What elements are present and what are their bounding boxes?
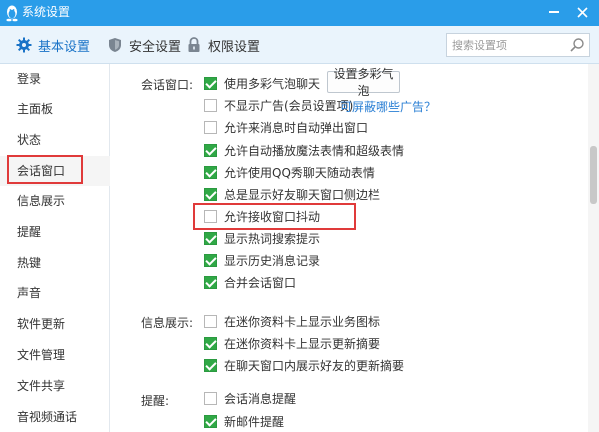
checkbox-unchecked[interactable] (204, 209, 217, 223)
sidebar-item-file-sharing[interactable]: 文件共享 (0, 371, 110, 401)
checkbox-unchecked[interactable] (204, 391, 217, 405)
qq-penguin-icon (4, 4, 20, 22)
checkbox-checked[interactable] (204, 358, 217, 372)
sidebar-item-info-display[interactable]: 信息展示 (0, 186, 110, 216)
close-icon (576, 6, 588, 18)
option-show-sidebar[interactable]: 总是显示好友聊天窗口侧边栏 (204, 185, 380, 203)
option-window-shake[interactable]: 允许接收窗口抖动 (204, 207, 320, 225)
option-qqshow-emoticons[interactable]: 允许使用QQ秀聊天随动表情 (204, 163, 375, 181)
option-label: 在迷你资料卡上显示业务图标 (224, 314, 381, 329)
minimize-button[interactable] (540, 0, 568, 24)
option-update-summary[interactable]: 在迷你资料卡上显示更新摘要 (204, 334, 380, 352)
scrollbar-track[interactable] (588, 64, 599, 432)
option-label: 合并会话窗口 (224, 275, 297, 290)
checkbox-checked[interactable] (204, 231, 217, 245)
option-colorful-bubble[interactable]: 使用多彩气泡聊天 (204, 74, 320, 92)
search-box[interactable] (446, 33, 590, 57)
option-label: 允许使用QQ秀聊天随动表情 (224, 165, 375, 180)
tab-bar: 基本设置 安全设置 权限设置 (0, 26, 599, 64)
window-title: 系统设置 (22, 5, 71, 19)
search-input[interactable] (452, 36, 568, 54)
option-label: 总是显示好友聊天窗口侧边栏 (224, 187, 381, 202)
option-label: 允许自动播放魔法表情和超级表情 (224, 143, 405, 158)
option-label: 允许来消息时自动弹出窗口 (224, 120, 369, 135)
minimize-icon (549, 11, 559, 13)
option-label: 在聊天窗口内展示好友的更新摘要 (224, 358, 405, 373)
option-history-messages[interactable]: 显示历史消息记录 (204, 251, 320, 269)
option-label: 不显示广告(会员设置项) (224, 98, 354, 113)
section-label-session: 会话窗口: (141, 78, 194, 92)
option-label: 新邮件提醒 (224, 414, 285, 429)
settings-content: 会话窗口: 使用多彩气泡聊天 设置多彩气泡 不显示广告(会员设置项) 可屏蔽哪些… (110, 64, 588, 432)
checkbox-unchecked[interactable] (204, 120, 217, 134)
sidebar-item-av-call[interactable]: 音视频通话 (0, 402, 110, 432)
checkbox-checked[interactable] (204, 336, 217, 350)
search-icon[interactable] (569, 37, 585, 53)
set-bubble-button[interactable]: 设置多彩气泡 (327, 67, 400, 98)
tab-label: 安全设置 (129, 39, 182, 55)
tab-label: 权限设置 (208, 39, 261, 55)
sidebar-item-session-window[interactable]: 会话窗口 (0, 156, 110, 186)
gear-icon (16, 37, 32, 53)
checkbox-checked[interactable] (204, 76, 217, 90)
sidebar-item-hotkey[interactable]: 热键 (0, 248, 110, 278)
checkbox-checked[interactable] (204, 165, 217, 179)
option-label: 会话消息提醒 (224, 391, 297, 406)
tab-security-settings[interactable]: 安全设置 (107, 26, 181, 64)
option-label: 允许接收窗口抖动 (224, 209, 321, 224)
scrollbar-thumb[interactable] (590, 146, 597, 204)
sidebar-item-main-panel[interactable]: 主面板 (0, 94, 110, 124)
section-label-info: 信息展示: (141, 316, 194, 330)
option-label: 显示热词搜索提示 (224, 231, 321, 246)
tab-basic-settings[interactable]: 基本设置 (16, 26, 90, 64)
title-bar: 系统设置 (0, 0, 599, 26)
sidebar-item-status[interactable]: 状态 (0, 125, 110, 155)
option-label: 使用多彩气泡聊天 (224, 76, 321, 91)
checkbox-checked[interactable] (204, 187, 217, 201)
option-auto-play-emoticons[interactable]: 允许自动播放魔法表情和超级表情 (204, 141, 404, 159)
option-friend-update-summary[interactable]: 在聊天窗口内展示好友的更新摘要 (204, 356, 404, 374)
checkbox-checked[interactable] (204, 414, 217, 428)
sidebar-item-sound[interactable]: 声音 (0, 278, 110, 308)
checkbox-unchecked[interactable] (204, 314, 217, 328)
option-new-mail-reminder[interactable]: 新邮件提醒 (204, 412, 284, 430)
option-business-icons[interactable]: 在迷你资料卡上显示业务图标 (204, 312, 380, 330)
option-session-reminder[interactable]: 会话消息提醒 (204, 389, 296, 407)
checkbox-unchecked[interactable] (204, 98, 217, 112)
sidebar-item-file-management[interactable]: 文件管理 (0, 340, 110, 370)
sidebar-item-reminder[interactable]: 提醒 (0, 217, 110, 247)
option-merge-windows[interactable]: 合并会话窗口 (204, 273, 296, 291)
sidebar: 登录 主面板 状态 会话窗口 信息展示 提醒 热键 声音 软件更新 文件管理 文… (0, 64, 110, 432)
sidebar-item-software-update[interactable]: 软件更新 (0, 309, 110, 339)
section-label-remind: 提醒: (141, 394, 170, 408)
option-hotword-hint[interactable]: 显示热词搜索提示 (204, 229, 320, 247)
checkbox-checked[interactable] (204, 143, 217, 157)
shield-icon (107, 37, 123, 53)
option-label: 在迷你资料卡上显示更新摘要 (224, 336, 381, 351)
checkbox-checked[interactable] (204, 275, 217, 289)
close-button[interactable] (568, 0, 596, 24)
tab-label: 基本设置 (38, 39, 91, 55)
sidebar-item-login[interactable]: 登录 (0, 64, 110, 94)
tab-permission-settings[interactable]: 权限设置 (186, 26, 260, 64)
option-label: 显示历史消息记录 (224, 253, 321, 268)
lock-icon (186, 37, 202, 53)
checkbox-checked[interactable] (204, 253, 217, 267)
ads-info-link[interactable]: 可屏蔽哪些广告？ (340, 98, 436, 115)
option-hide-ads[interactable]: 不显示广告(会员设置项) (204, 96, 353, 114)
option-auto-popup[interactable]: 允许来消息时自动弹出窗口 (204, 118, 368, 136)
